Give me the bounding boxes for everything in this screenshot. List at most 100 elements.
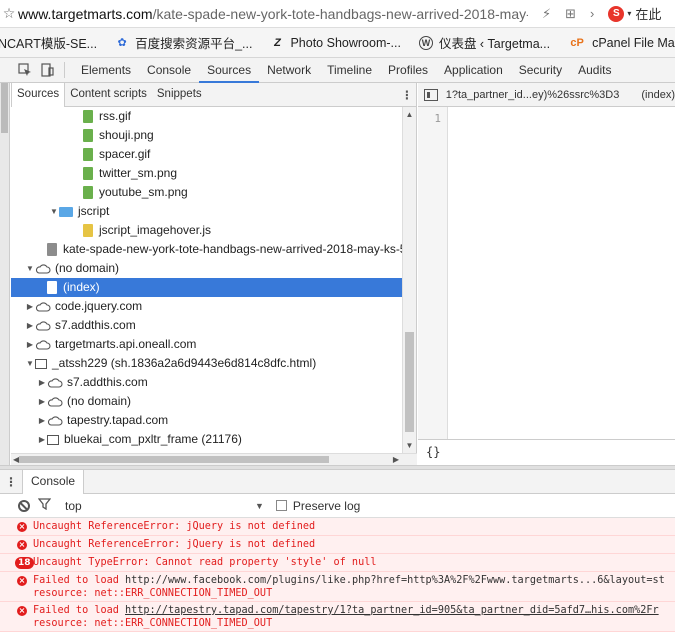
expanded-arrow-icon[interactable]: ▼ (49, 202, 59, 221)
tree-item[interactable]: youtube_sm.png (11, 183, 403, 202)
collapsed-arrow-icon[interactable]: ▶ (37, 411, 47, 430)
pretty-print-button[interactable]: {} (418, 439, 675, 465)
line-number: 1 (434, 112, 441, 125)
drawer-menu-icon[interactable]: ⋮ (0, 475, 22, 489)
navigator-horizontal-scrollbar[interactable]: ◀ ▶ (11, 453, 417, 465)
file-icon (83, 148, 93, 161)
bookmark-ncart[interactable]: NCART模版-SE... (0, 33, 97, 52)
bookmark-baidu[interactable]: ✿ 百度搜索资源平台_... (115, 33, 252, 52)
cloud-domain-icon (35, 320, 51, 331)
scrollbar-thumb[interactable] (405, 332, 414, 432)
tree-item[interactable]: ▶ s7.addthis.com (11, 316, 403, 335)
page-scrollbar[interactable] (0, 83, 10, 465)
navigator-vertical-scrollbar[interactable]: ▲ ▼ (402, 107, 416, 453)
line-numbers: 1 (418, 107, 448, 439)
cloud-domain-icon (35, 339, 51, 350)
tree-item[interactable]: ▼ (no domain) (11, 259, 403, 278)
collapsed-arrow-icon[interactable]: ▶ (25, 297, 35, 316)
baidu-paw-icon: ✿ (117, 37, 127, 49)
tab-elements[interactable]: Elements (73, 58, 139, 83)
filter-icon[interactable] (37, 498, 52, 513)
scroll-up-icon[interactable]: ▲ (403, 110, 416, 119)
tree-item[interactable]: ▶ bluekai_com_pxltr_frame (21176) (11, 430, 403, 449)
more-options-icon[interactable]: ⋮ (398, 88, 416, 102)
grid-icon[interactable]: ⊞ (565, 6, 576, 22)
lightning-icon[interactable]: ⚡ (542, 6, 551, 22)
context-dropdown-icon[interactable]: ▼ (255, 501, 264, 511)
tree-item-label: twitter_sm.png (99, 166, 178, 180)
cloud-domain-icon (35, 263, 51, 274)
tab-security[interactable]: Security (511, 58, 570, 83)
tree-item-label: (no domain) (67, 394, 132, 408)
expanded-arrow-icon[interactable]: ▼ (25, 259, 35, 278)
bookmark-photo-showroom[interactable]: Z Photo Showroom-... (270, 36, 401, 50)
tree-item[interactable]: spacer.gif (11, 145, 403, 164)
console-error-message: 18 Uncaught TypeError: Cannot read proper… (0, 554, 675, 572)
tree-item[interactable]: ▶ s7.addthis.com (11, 373, 403, 392)
search-extension[interactable]: S ▾ 在此 (608, 4, 661, 23)
tree-item[interactable]: shouji.png (11, 126, 403, 145)
frame-icon (35, 358, 47, 369)
tree-item[interactable]: ▼ _atssh229 (sh.1836a2a6d9443e6d814c8dfc.… (11, 354, 403, 373)
tab-network[interactable]: Network (259, 58, 319, 83)
scroll-down-icon[interactable]: ▼ (403, 441, 416, 450)
editor-file-tab[interactable]: 1?ta_partner_id...ey)%26ssrc%3D3 (446, 89, 620, 101)
tree-item[interactable]: rss.gif (11, 107, 403, 126)
tab-sources[interactable]: Sources (199, 58, 260, 83)
tree-item[interactable]: jscript_imagehover.js (11, 221, 403, 240)
tree-item[interactable]: (index) (11, 278, 403, 297)
z-logo-icon: Z (274, 36, 281, 49)
collapsed-arrow-icon[interactable]: ▶ (25, 316, 35, 335)
file-icon (83, 186, 93, 199)
subtab-content-scripts[interactable]: Content scripts (65, 83, 152, 107)
collapsed-arrow-icon[interactable]: ▶ (37, 430, 47, 449)
tree-item[interactable]: ▶ code.jquery.com (11, 297, 403, 316)
expanded-arrow-icon[interactable]: ▼ (25, 354, 35, 373)
file-icon (83, 167, 93, 180)
subtab-sources[interactable]: Sources (11, 82, 66, 107)
tree-item-label: (no domain) (55, 261, 120, 275)
file-icon (47, 281, 57, 294)
bookmark-cpanel[interactable]: cP cPanel File Manag... (568, 36, 675, 50)
editor-index-tab[interactable]: (index) (641, 89, 675, 101)
tab-audits[interactable]: Audits (570, 58, 619, 83)
bookmark-dashboard[interactable]: W 仪表盘 ‹ Targetma... (418, 33, 550, 52)
toggle-navigator-icon[interactable] (424, 88, 438, 101)
chevron-right-icon[interactable]: › (590, 6, 594, 21)
clear-console-icon[interactable] (18, 499, 30, 512)
tree-item[interactable]: ▶ tapestry.tapad.com (11, 411, 403, 430)
collapsed-arrow-icon[interactable]: ▶ (37, 392, 47, 411)
toolbar-divider (64, 62, 65, 78)
device-mode-icon[interactable] (36, 59, 58, 81)
inspect-element-icon[interactable] (14, 59, 36, 81)
drawer-tab-console[interactable]: Console (22, 469, 85, 494)
scrollbar-thumb[interactable] (19, 456, 329, 463)
tree-item[interactable]: ▶ targetmarts.api.oneall.com (11, 335, 403, 354)
tree-item[interactable]: twitter_sm.png (11, 164, 403, 183)
tab-profiles[interactable]: Profiles (380, 58, 436, 83)
page-scrollbar-thumb[interactable] (1, 83, 8, 133)
collapsed-arrow-icon[interactable]: ▶ (37, 373, 47, 392)
subtab-snippets[interactable]: Snippets (152, 83, 207, 107)
tree-item[interactable]: ▶ (no domain) (11, 392, 403, 411)
url-field[interactable]: www.targetmarts.com/kate-spade-new-york-… (18, 6, 528, 22)
error-icon: × (17, 522, 27, 532)
message-link[interactable]: http://tapestry.tapad.com/tapestry/1?ta_… (125, 605, 659, 616)
extension-label: 在此 (635, 7, 662, 22)
message-link[interactable]: http://www.facebook.com/plugins/like.php… (125, 575, 665, 586)
collapsed-arrow-icon[interactable]: ▶ (25, 335, 35, 354)
tab-console[interactable]: Console (139, 58, 199, 83)
editor-tabs: 1?ta_partner_id...ey)%26ssrc%3D3 (index) (418, 83, 675, 107)
preserve-log-checkbox[interactable] (275, 500, 287, 511)
file-tree: rss.gif shouji.png spacer.gif twitter_sm.pn… (11, 107, 403, 453)
tree-item[interactable]: ▼ jscript (11, 202, 403, 221)
tree-item-label: code.jquery.com (55, 299, 143, 313)
bookmark-star-icon[interactable]: ☆ (0, 5, 18, 22)
console-toolbar: top ▼ Preserve log (0, 494, 675, 518)
context-selector[interactable]: top (65, 499, 255, 513)
tab-application[interactable]: Application (436, 58, 511, 83)
error-icon: × (17, 540, 27, 550)
chevron-down-icon: ▾ (627, 9, 632, 18)
tree-item[interactable]: kate-spade-new-york-tote-handbags-new-ar… (11, 240, 403, 259)
tab-timeline[interactable]: Timeline (319, 58, 380, 83)
